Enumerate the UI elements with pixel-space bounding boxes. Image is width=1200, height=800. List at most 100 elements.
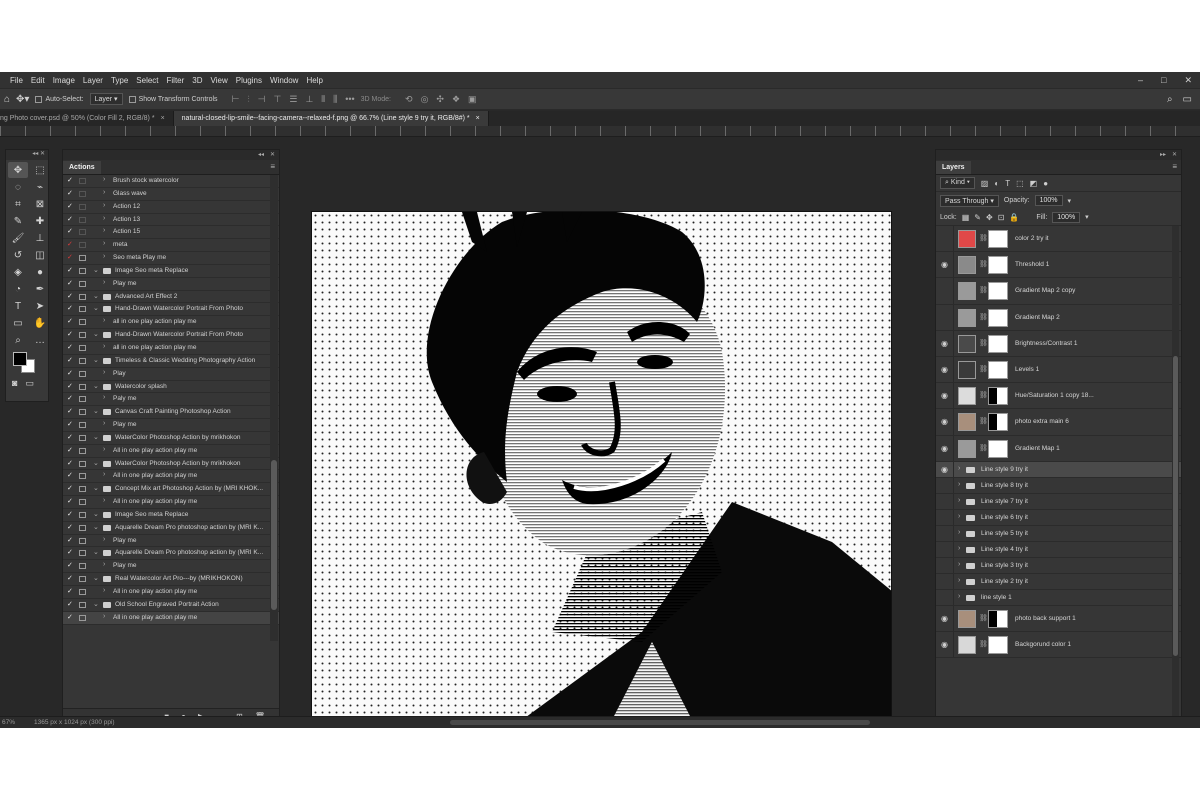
healing-icon[interactable]: ✚ [30, 213, 50, 229]
menu-plugins[interactable]: Plugins [232, 76, 266, 85]
action-set[interactable]: ✓ ⌄ WaterColor Photoshop Action by mrikhok… [63, 458, 279, 471]
layer-row[interactable]: ◉ ⛓ Hue/Saturation 1 copy 18... [936, 383, 1181, 410]
layer-thumbnail[interactable] [958, 334, 976, 353]
chevron-icon[interactable]: ⌄ [93, 600, 99, 608]
dialog-toggle-icon[interactable] [79, 383, 86, 390]
layer-mask-thumbnail[interactable] [988, 439, 1008, 458]
link-icon[interactable]: ⛓ [979, 614, 988, 622]
align-left-icon[interactable]: ⊢ [232, 94, 240, 105]
chevron-icon[interactable]: ⌄ [93, 304, 99, 312]
dialog-toggle-icon[interactable] [79, 357, 86, 364]
chevron-icon[interactable]: › [103, 240, 105, 247]
more-icon[interactable]: … [30, 332, 50, 348]
chevron-icon[interactable]: ⌄ [93, 266, 99, 274]
link-icon[interactable]: ⛓ [979, 339, 988, 347]
layer-mask-thumbnail[interactable] [988, 609, 1008, 628]
actions-scrollbar[interactable] [270, 175, 278, 641]
action-set[interactable]: ✓ ⌄ Timeless & Classic Wedding Photography… [63, 355, 279, 368]
horizontal-ruler[interactable] [0, 126, 1200, 137]
toggle-check-icon[interactable]: ✓ [67, 497, 73, 505]
chevron-icon[interactable]: › [103, 189, 105, 196]
layer-mask-thumbnail[interactable] [988, 360, 1008, 379]
link-icon[interactable]: ⛓ [979, 417, 988, 425]
layer-group[interactable]: ◉ › Line style 9 try it [936, 461, 1181, 478]
chevron-icon[interactable]: › [103, 446, 105, 453]
dialog-toggle-icon[interactable] [79, 499, 86, 506]
chevron-icon[interactable]: › [103, 471, 105, 478]
tab-natural-smile[interactable]: natural-closed-lip-smile--facing-camera-… [173, 111, 489, 126]
layer-group[interactable]: ◉ › Line style 5 try it [936, 525, 1181, 542]
action-item[interactable]: ✓ › Glass wave [63, 188, 279, 201]
tools-collapse-icon[interactable]: ◂◂ ✕ [6, 150, 48, 160]
brush-icon[interactable]: 🖌 [8, 230, 28, 246]
layer-mask-thumbnail[interactable] [988, 635, 1008, 654]
more-options-icon[interactable]: ••• [345, 94, 354, 105]
layer-row[interactable]: ◉ ⛓ Gradient Map 1 [936, 435, 1181, 462]
toggle-check-icon[interactable]: ✓ [67, 356, 73, 364]
eye-icon[interactable]: ◉ [941, 286, 948, 295]
toggle-check-icon[interactable]: ✓ [67, 420, 73, 428]
roll-icon[interactable]: ◎ [421, 94, 429, 105]
layer-row[interactable]: ◉ ⛓ photo extra main 6 [936, 409, 1181, 436]
layer-mask-thumbnail[interactable] [988, 387, 1008, 406]
link-icon[interactable]: ⛓ [979, 365, 988, 373]
chevron-icon[interactable]: ⌄ [93, 459, 99, 467]
dodge-icon[interactable]: ◔ [8, 281, 28, 297]
align-vcenter-icon[interactable]: ⫴ [321, 94, 325, 105]
action-set[interactable]: ✓ ⌄ Image Seo meta Replace [63, 509, 279, 522]
dialog-toggle-icon[interactable] [79, 537, 86, 544]
filter-toggle-icon[interactable]: ● [1043, 179, 1048, 188]
layer-row[interactable]: ◉ ⛓ photo back support 1 [936, 605, 1181, 632]
action-item[interactable]: ✓ › Play me [63, 419, 279, 432]
dialog-toggle-icon[interactable] [79, 319, 86, 326]
layer-mask-thumbnail[interactable] [988, 334, 1008, 353]
eye-icon[interactable]: ◉ [941, 313, 948, 322]
tab-photo-cover[interactable]: ng Photo cover.psd @ 50% (Color Fill 2, … [0, 111, 174, 126]
action-set[interactable]: ✓ ⌄ Hand-Drawn Watercolor Portrait From Ph… [63, 329, 279, 342]
toggle-check-icon[interactable]: ✓ [67, 215, 73, 223]
action-set[interactable]: ✓ ⌄ Advanced Art Effect 2 [63, 291, 279, 304]
layer-thumbnail[interactable] [958, 282, 976, 301]
zoom-icon[interactable]: ⌕ [8, 332, 28, 348]
dialog-toggle-icon[interactable] [79, 576, 86, 583]
frame-icon[interactable]: ⊠ [30, 196, 50, 212]
filter-kind-dropdown[interactable]: ⌕ Kind ▾ [940, 177, 975, 189]
layer-group[interactable]: ◉ › Line style 7 try it [936, 493, 1181, 510]
menu-image[interactable]: Image [49, 76, 79, 85]
quick-select-icon[interactable]: ⌁ [30, 179, 50, 195]
eye-icon[interactable]: ◉ [941, 260, 948, 269]
action-set[interactable]: ✓ ⌄ Watercolor splash [63, 381, 279, 394]
layer-thumbnail[interactable] [958, 413, 976, 432]
dialog-toggle-icon[interactable] [79, 370, 86, 377]
dialog-toggle-icon[interactable] [79, 511, 86, 518]
toggle-check-icon[interactable]: ✓ [67, 369, 73, 377]
quick-mask-icon[interactable]: ◙ [12, 378, 17, 389]
chevron-icon[interactable]: ⌄ [93, 292, 99, 300]
toggle-check-icon[interactable]: ✓ [67, 304, 73, 312]
type-icon[interactable]: T [8, 298, 28, 314]
dialog-toggle-icon[interactable] [79, 216, 86, 223]
action-set[interactable]: ✓ ⌄ Canvas Craft Painting Photoshop Action [63, 406, 279, 420]
chevron-icon[interactable]: › [103, 497, 105, 504]
auto-select-checkbox[interactable]: Auto-Select: [35, 95, 84, 103]
smart-filter-icon[interactable]: ◩ [1030, 179, 1038, 188]
eye-icon[interactable]: ◉ [941, 497, 948, 506]
chevron-right-icon[interactable]: › [958, 513, 960, 520]
show-transform-checkbox[interactable]: Show Transform Controls [128, 95, 218, 103]
layer-thumbnail[interactable] [958, 387, 976, 406]
dialog-toggle-icon[interactable] [79, 409, 86, 416]
toggle-check-icon[interactable]: ✓ [67, 394, 73, 402]
dialog-toggle-icon[interactable] [79, 203, 86, 210]
move-icon[interactable]: ✥ [8, 162, 28, 178]
link-icon[interactable]: ⛓ [979, 234, 988, 242]
shape-icon[interactable]: ▭ [8, 315, 28, 331]
dialog-toggle-icon[interactable] [79, 550, 86, 557]
eye-icon[interactable]: ◉ [941, 513, 948, 522]
slide-3d-icon[interactable]: ❖ [452, 94, 460, 105]
chevron-icon[interactable]: › [103, 343, 105, 350]
layer-mask-thumbnail[interactable] [988, 230, 1008, 248]
chevron-icon[interactable]: ⌄ [93, 382, 99, 390]
eye-icon[interactable]: ◉ [941, 640, 948, 649]
toggle-check-icon[interactable]: ✓ [67, 433, 73, 441]
chevron-icon[interactable]: › [103, 279, 105, 286]
